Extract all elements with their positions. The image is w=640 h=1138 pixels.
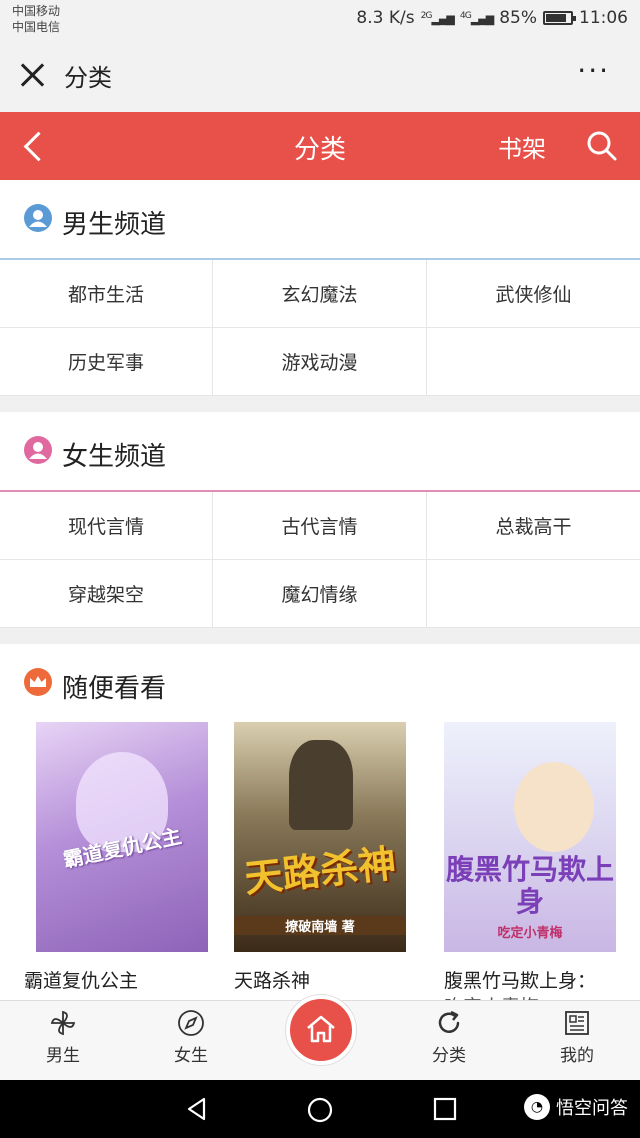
category-xiandai[interactable]: 现代言情 — [0, 492, 213, 560]
category-wuxia[interactable]: 武侠修仙 — [427, 260, 640, 328]
nav-category[interactable]: 分类 — [404, 1009, 494, 1066]
status-indicators: 8.3 K/s 2G▂▄▆ 4G▂▄▆ 85% 11:06 — [356, 8, 628, 28]
clock: 11:06 — [579, 8, 628, 28]
wukong-logo-icon: ◔ — [524, 1094, 550, 1120]
home-button[interactable] — [286, 995, 356, 1065]
signal-icon-1: 2G▂▄▆ — [420, 10, 455, 26]
female-user-icon — [24, 436, 52, 464]
book-cover[interactable]: 天路杀神 撩破南墙 著 — [234, 722, 406, 952]
pinwheel-icon — [50, 1010, 76, 1036]
category-zongcai[interactable]: 总裁高干 — [427, 492, 640, 560]
category-empty — [427, 560, 640, 628]
cover-figure — [289, 740, 353, 830]
book-item[interactable]: 腹黑竹马欺上身 吃定小青梅 腹黑竹马欺上身： 吃定小青梅 — [444, 722, 624, 1000]
male-channel-title: 男生频道 — [62, 210, 167, 240]
titlebar-title: 分类 — [64, 64, 112, 92]
bottom-navigation: 男生 女生 分类 我的 — [0, 995, 640, 1080]
nav-female[interactable]: 女生 — [146, 1009, 236, 1066]
book-cover[interactable]: 腹黑竹马欺上身 吃定小青梅 — [444, 722, 616, 952]
female-channel-section: 女生频道 现代言情 古代言情 总裁高干 穿越架空 魔幻情缘 — [0, 412, 640, 628]
carrier-1: 中国移动 — [12, 4, 61, 18]
home-icon — [307, 1015, 335, 1043]
category-chuanyue[interactable]: 穿越架空 — [0, 560, 213, 628]
refresh-icon — [438, 1010, 460, 1033]
nav-mine[interactable]: 我的 — [532, 1009, 622, 1066]
category-empty — [427, 328, 640, 396]
male-user-icon — [24, 204, 52, 232]
nav-mine-label: 我的 — [560, 1046, 594, 1066]
cover-author: 撩破南墙 著 — [234, 916, 406, 935]
nav-male-label: 男生 — [46, 1046, 80, 1066]
nav-female-label: 女生 — [174, 1046, 208, 1066]
book-cover[interactable]: 霸道复仇公主 — [36, 722, 208, 952]
cover-title: 天路杀神 — [242, 841, 399, 901]
category-gudai[interactable]: 古代言情 — [213, 492, 427, 560]
wechat-title-bar: 分类 ··· — [0, 40, 640, 112]
system-navigation-bar: ◔ 悟空问答 — [0, 1080, 640, 1138]
male-category-grid: 都市生活 玄幻魔法 武侠修仙 历史军事 游戏动漫 — [0, 260, 640, 396]
category-youxi[interactable]: 游戏动漫 — [213, 328, 427, 396]
newspaper-icon — [565, 1011, 589, 1035]
cover-title: 腹黑竹马欺上身 — [445, 853, 614, 918]
book-title[interactable]: 霸道复仇公主 — [24, 966, 138, 993]
status-bar: 中国移动 中国电信 8.3 K/s 2G▂▄▆ 4G▂▄▆ 85% 11:06 — [0, 0, 640, 40]
crown-icon — [24, 668, 52, 696]
male-channel-section: 男生频道 都市生活 玄幻魔法 武侠修仙 历史军事 游戏动漫 — [0, 180, 640, 396]
carrier-info: 中国移动 中国电信 — [12, 3, 60, 35]
male-channel-header: 男生频道 — [0, 180, 640, 260]
random-books-section: 随便看看 霸道复仇公主 霸道复仇公主 天路杀神 撩破南墙 著 天路杀神 腹黑竹马… — [0, 644, 640, 1000]
carrier-2: 中国电信 — [12, 20, 61, 34]
compass-icon — [178, 1010, 204, 1036]
more-options-button[interactable]: ··· — [577, 54, 610, 87]
book-item[interactable]: 天路杀神 撩破南墙 著 天路杀神 — [234, 722, 414, 992]
book-title-line2[interactable]: 吃定小青梅 — [444, 992, 539, 1000]
battery-percent: 85% — [499, 8, 537, 28]
cover-figure — [514, 762, 594, 852]
back-triangle-icon[interactable] — [184, 1096, 210, 1122]
category-xuanhuan[interactable]: 玄幻魔法 — [213, 260, 427, 328]
bookshelf-button[interactable]: 书架 — [498, 129, 546, 164]
nav-male[interactable]: 男生 — [18, 1009, 108, 1066]
nav-category-label: 分类 — [432, 1046, 466, 1066]
net-type-2: 4G — [459, 10, 472, 22]
category-lishi[interactable]: 历史军事 — [0, 328, 213, 396]
page-header: 分类 书架 — [0, 112, 640, 180]
net-type-1: 2G — [420, 10, 433, 22]
network-speed: 8.3 K/s — [356, 8, 415, 28]
category-dushi[interactable]: 都市生活 — [0, 260, 213, 328]
category-mohuan[interactable]: 魔幻情缘 — [213, 560, 427, 628]
watermark-text: 悟空问答 — [556, 1098, 628, 1119]
book-list: 霸道复仇公主 霸道复仇公主 天路杀神 撩破南墙 著 天路杀神 腹黑竹马欺上身 吃… — [0, 722, 640, 1000]
book-title[interactable]: 天路杀神 — [234, 966, 310, 993]
random-title: 随便看看 — [62, 674, 167, 704]
home-circle-icon[interactable] — [306, 1096, 334, 1124]
close-icon[interactable] — [18, 60, 48, 90]
watermark: ◔ 悟空问答 — [524, 1094, 628, 1120]
female-channel-title: 女生频道 — [62, 442, 167, 472]
battery-icon — [543, 11, 576, 25]
book-item[interactable]: 霸道复仇公主 霸道复仇公主 — [24, 722, 208, 992]
cover-subtitle: 吃定小青梅 — [497, 926, 563, 941]
random-header: 随便看看 — [0, 644, 640, 722]
female-channel-header: 女生频道 — [0, 412, 640, 492]
search-icon[interactable] — [586, 130, 618, 162]
female-category-grid: 现代言情 古代言情 总裁高干 穿越架空 魔幻情缘 — [0, 492, 640, 628]
signal-icon-2: 4G▂▄▆ — [459, 10, 494, 26]
recents-square-icon[interactable] — [432, 1096, 458, 1122]
book-title[interactable]: 腹黑竹马欺上身： — [444, 966, 596, 993]
